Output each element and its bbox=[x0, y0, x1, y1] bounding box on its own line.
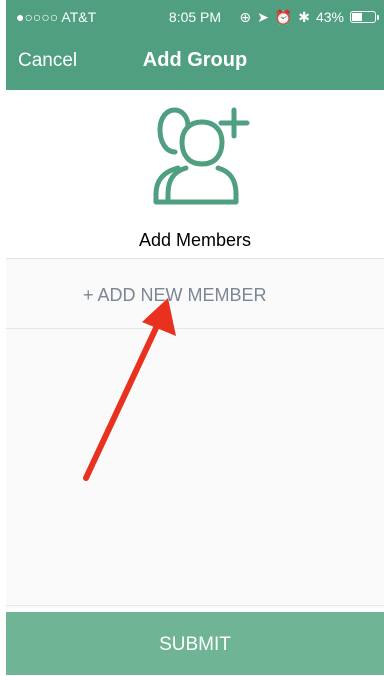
add-members-label: Add Members bbox=[138, 230, 252, 250]
add-new-member-label: + ADD NEW MEMBER bbox=[83, 285, 267, 305]
bluetooth-icon: ✱ bbox=[298, 9, 310, 25]
group-header: Add Members bbox=[6, 90, 384, 258]
alarm-icon: ⏰ bbox=[274, 9, 293, 25]
app-screen: ●○○○○ AT&T 8:05 PM ⊕ ➤ ⏰ ✱ 43% Cancel Ad… bbox=[0, 0, 384, 675]
nav-row: Cancel Add Group bbox=[6, 44, 384, 80]
status-right-group: ⊕ ➤ ⏰ ✱ 43% bbox=[239, 6, 379, 28]
navigation-bar: ●○○○○ AT&T 8:05 PM ⊕ ➤ ⏰ ✱ 43% Cancel Ad… bbox=[6, 0, 384, 90]
orientation-lock-icon: ⊕ bbox=[239, 9, 252, 25]
battery-percent: 43% bbox=[315, 9, 344, 25]
submit-button[interactable]: SUBMIT bbox=[6, 612, 384, 675]
add-new-member-button[interactable]: + ADD NEW MEMBER bbox=[6, 259, 384, 329]
battery-icon bbox=[350, 11, 379, 23]
cancel-button[interactable]: Cancel bbox=[18, 50, 77, 72]
members-list: + ADD NEW MEMBER bbox=[6, 258, 384, 608]
list-divider bbox=[6, 605, 384, 606]
add-group-icon[interactable] bbox=[148, 106, 254, 206]
location-icon: ➤ bbox=[257, 9, 269, 25]
status-bar: ●○○○○ AT&T 8:05 PM ⊕ ➤ ⏰ ✱ 43% bbox=[6, 6, 384, 28]
